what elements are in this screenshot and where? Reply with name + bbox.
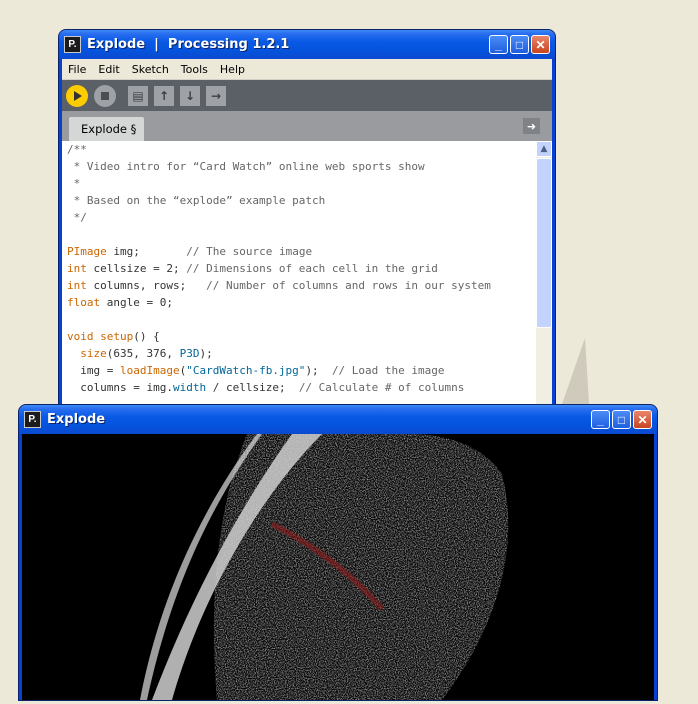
toolbar: ▤ ↑ ↓ →: [62, 80, 552, 111]
code-token: // Calculate # of columns: [298, 381, 465, 394]
code-token: */: [67, 211, 87, 224]
menu-help[interactable]: Help: [214, 63, 251, 76]
code-token: angle = 0;: [100, 296, 173, 309]
code-line: void setup() {: [62, 328, 536, 345]
code-token: width: [172, 381, 207, 394]
editor-titlebar[interactable]: P. Explode | Processing 1.2.1 _ □ ✕: [59, 30, 555, 59]
code-token: int: [67, 279, 87, 292]
tab-bar: Explode § ➜: [62, 111, 552, 141]
menu-file[interactable]: File: [62, 63, 92, 76]
menu-sketch[interactable]: Sketch: [126, 63, 175, 76]
caption-buttons: _ □ ✕: [591, 410, 652, 429]
processing-logo-icon: P.: [24, 411, 41, 428]
code-token: // The source image: [186, 245, 313, 258]
scrollbar-thumb[interactable]: [536, 158, 552, 328]
export-icon[interactable]: →: [206, 85, 226, 106]
code-token: () {: [133, 330, 160, 343]
processing-logo-icon: P.: [64, 36, 81, 53]
save-icon[interactable]: ↓: [180, 85, 200, 106]
sketch-canvas[interactable]: [22, 434, 654, 700]
minimize-icon[interactable]: _: [591, 410, 610, 429]
code-token: // Dimensions of each cell in the grid: [186, 262, 438, 275]
menu-tools[interactable]: Tools: [175, 63, 214, 76]
code-line: size(635, 376, P3D);: [62, 345, 536, 362]
code-token: );: [305, 364, 332, 377]
code-token: img;: [106, 245, 187, 258]
code-token: P3D: [179, 347, 200, 360]
close-icon[interactable]: ✕: [633, 410, 652, 429]
code-token: int: [67, 262, 87, 275]
code-line: PImage img; // The source image: [62, 243, 536, 260]
code-line: int columns, rows; // Number of columns …: [62, 277, 536, 294]
code-token: loadImage: [119, 364, 180, 377]
minimize-icon[interactable]: _: [489, 35, 508, 54]
sketch-window: P. Explode _ □ ✕: [19, 405, 657, 700]
code-line: float angle = 0;: [62, 294, 536, 311]
editor-window: P. Explode | Processing 1.2.1 _ □ ✕ File…: [59, 30, 555, 420]
editor-title: Explode | Processing 1.2.1: [87, 37, 290, 52]
code-token: PImage: [67, 245, 107, 258]
code-token: columns = img.: [67, 381, 173, 394]
code-token: / cellsize;: [206, 381, 299, 394]
code-token: columns, rows;: [86, 279, 207, 292]
code-line: /**: [62, 141, 536, 158]
new-icon[interactable]: ▤: [128, 85, 148, 106]
code-line: columns = img.width / cellsize; // Calcu…: [62, 379, 536, 396]
code-token: * Video intro for “Card Watch” online we…: [67, 160, 425, 173]
sketch-title: Explode: [47, 412, 106, 427]
caption-buttons: _ □ ✕: [489, 35, 550, 54]
scroll-up-icon[interactable]: ▲: [536, 141, 552, 157]
code-line: */: [62, 209, 536, 226]
code-token: // Number of columns and rows in our sys…: [206, 279, 491, 292]
code-line: * Based on the “explode” example patch: [62, 192, 536, 209]
code-token: "CardWatch-fb.jpg": [186, 364, 306, 377]
code-token: );: [199, 347, 213, 360]
code-editor[interactable]: /** * Video intro for “Card Watch” onlin…: [62, 141, 536, 420]
code-token: float: [67, 296, 101, 309]
code-line: *: [62, 175, 536, 192]
code-token: (635, 376,: [106, 347, 180, 360]
code-token: void: [67, 330, 94, 343]
open-icon[interactable]: ↑: [154, 85, 174, 106]
code-token: *: [67, 177, 81, 190]
code-line: img = loadImage("CardWatch-fb.jpg"); // …: [62, 362, 536, 379]
code-line: int cellsize = 2; // Dimensions of each …: [62, 260, 536, 277]
tab-explode[interactable]: Explode §: [69, 117, 145, 141]
tab-menu-arrow-icon[interactable]: ➜: [523, 118, 540, 134]
maximize-icon[interactable]: □: [510, 35, 529, 54]
menu-edit[interactable]: Edit: [92, 63, 125, 76]
code-token: /**: [67, 143, 87, 156]
code-token: setup: [100, 330, 134, 343]
run-button[interactable]: [66, 84, 88, 107]
menu-bar: File Edit Sketch Tools Help: [62, 59, 552, 80]
code-token: // Load the image: [331, 364, 445, 377]
code-token: * Based on the “explode” example patch: [67, 194, 326, 207]
close-icon[interactable]: ✕: [531, 35, 550, 54]
code-line: * Video intro for “Card Watch” online we…: [62, 158, 536, 175]
maximize-icon[interactable]: □: [612, 410, 631, 429]
explode-render: [22, 434, 654, 700]
code-token: cellsize = 2;: [86, 262, 187, 275]
editor-scrollbar[interactable]: ▲: [536, 141, 552, 420]
code-token: size: [80, 347, 107, 360]
code-token: img =: [67, 364, 120, 377]
sketch-titlebar[interactable]: P. Explode _ □ ✕: [19, 405, 657, 434]
stop-button[interactable]: [94, 84, 116, 107]
